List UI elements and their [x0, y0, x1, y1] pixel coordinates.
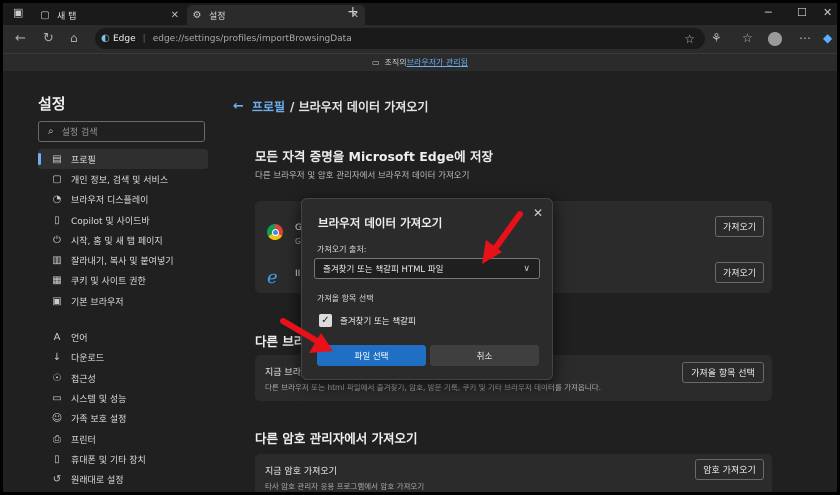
search-placeholder: 설정 검색	[61, 128, 98, 138]
sidebar-item-privacy[interactable]: ▢ 개인 정보, 검색 및 서비스	[38, 169, 208, 189]
annotation-arrow-icon	[482, 211, 523, 264]
sidebar-item-reset[interactable]: ↺ 원래대로 설정	[38, 469, 208, 489]
sidebar-item-cookies[interactable]: ▦ 쿠키 및 사이트 권한	[38, 271, 208, 291]
breadcrumb-current: / 브라우저 데이터 가져오기	[290, 100, 429, 114]
favorites-icon[interactable]: ☆	[742, 31, 753, 45]
sidebar-item-phone[interactable]: ▯ 휴대폰 및 기타 장치	[38, 449, 208, 469]
chrome-logo-icon	[267, 224, 283, 240]
tab-settings[interactable]: ⚙ 설정 ✕	[187, 5, 365, 25]
choose-items-button[interactable]: 가져올 항목 선택	[682, 362, 764, 383]
edge-logo-icon: ◐	[101, 33, 110, 44]
back-arrow-icon[interactable]: ←	[233, 99, 244, 114]
import-source-value: 즐겨찾기 또는 책갈피 HTML 파일	[323, 264, 444, 275]
favorites-checkbox-label[interactable]: 즐겨찾기 또는 책갈피	[340, 315, 416, 327]
browser-icon: ▣	[52, 295, 62, 307]
avatar[interactable]	[768, 32, 782, 46]
settings-title: 설정	[38, 95, 66, 113]
palette-icon: ◔	[52, 194, 62, 206]
sidebar-item-family[interactable]: ☺ 가족 보호 설정	[38, 409, 208, 429]
download-icon: ↓	[52, 352, 62, 364]
chrome-sub: G	[295, 237, 301, 246]
password-row-label: 지금 암호 가져오기	[265, 467, 337, 477]
password-manager-card: 지금 암호 가져오기 타사 암호 관리자 응용 프로그램에서 암호 가져오기 암…	[255, 454, 772, 492]
new-tab-button[interactable]: +	[347, 4, 359, 20]
briefcase-icon: ▭	[371, 58, 380, 67]
ie-label: II	[295, 269, 301, 279]
managed-text: 조직의	[384, 58, 407, 67]
back-icon[interactable]: ←	[15, 31, 26, 46]
cookie-icon: ▦	[52, 275, 62, 287]
sidebar-item-start[interactable]: ⏻ 시작, 홈 및 새 탭 페이지	[38, 230, 208, 250]
profile-icon: ▤	[52, 153, 62, 165]
tab-label: 설정	[209, 11, 226, 22]
cancel-button[interactable]: 취소	[430, 345, 539, 366]
import-passwords-button[interactable]: 암호 가져오기	[695, 459, 764, 480]
sidebar-item-languages[interactable]: A 언어	[38, 327, 208, 347]
ie-logo-icon: e	[267, 267, 278, 288]
sidebar-item-copilot[interactable]: ▯ Copilot 및 사이드바	[38, 210, 208, 230]
power-icon: ⏻	[53, 234, 61, 246]
accessibility-icon: ☉	[52, 372, 62, 384]
dialog-title: 브라우저 데이터 가져오기	[318, 216, 443, 230]
settings-menu: ▤ 프로필 ▢ 개인 정보, 검색 및 서비스 ◔ 브라우저 디스플레이 ▯ Copil…	[38, 149, 208, 490]
system-icon: ▭	[52, 392, 62, 404]
settings-search-input[interactable]: ⌕ 설정 검색	[38, 121, 205, 142]
import-source-label: 가져오기 출처:	[317, 245, 367, 254]
import-ie-button[interactable]: 가져오기	[715, 262, 764, 283]
minimize-icon[interactable]: ─	[765, 6, 772, 19]
favorite-star-icon[interactable]: ☆	[684, 32, 695, 46]
tab-bar: ▣ ▢ 새 탭 ✕ ⚙ 설정 ✕ + ─ ☐ ✕	[3, 3, 837, 25]
sidebar-item-printers[interactable]: ⎙ 프린터	[38, 429, 208, 449]
tab-label: 새 탭	[57, 11, 77, 22]
import-chrome-button[interactable]: 가져오기	[715, 216, 764, 237]
home-icon[interactable]: ⌂	[70, 31, 78, 45]
breadcrumb: ← 프로필 / 브라우저 데이터 가져오기	[233, 98, 428, 115]
maximize-icon[interactable]: ☐	[797, 6, 807, 19]
printer-icon: ⎙	[53, 433, 61, 445]
sidebar-item-system[interactable]: ▭ 시스템 및 성능	[38, 388, 208, 408]
managed-bar: ▭ 조직의 브라우저가 관리됨	[3, 53, 837, 71]
dialog-close-icon[interactable]: ✕	[533, 206, 543, 220]
breadcrumb-profile-link[interactable]: 프로필	[252, 98, 285, 115]
sidebar-item-appearance[interactable]: ◔ 브라우저 디스플레이	[38, 190, 208, 210]
more-icon[interactable]: ⋯	[799, 31, 811, 45]
address-bar[interactable]: ◐ Edge | edge://settings/profiles/import…	[95, 28, 705, 49]
reset-icon: ↺	[52, 474, 62, 486]
section-subtitle: 다른 브라우저 및 암호 관리자에서 브라우저 데이터 가져오기	[255, 171, 470, 181]
site-label: Edge	[113, 33, 136, 44]
search-icon: ⌕	[48, 126, 54, 137]
managed-link[interactable]: 브라우저가 관리됨	[407, 57, 468, 68]
section-title-credentials: 모든 자격 증명을 Microsoft Edge에 저장	[255, 149, 493, 164]
items-section-label: 가져올 항목 선택	[317, 294, 374, 303]
section-title-password-managers: 다른 암호 관리자에서 가져오기	[255, 431, 418, 446]
language-icon: A	[53, 332, 61, 344]
password-row-desc: 타사 암호 관리자 응용 프로그램에서 암호 가져오기	[265, 482, 425, 491]
refresh-icon[interactable]: ↻	[43, 31, 54, 46]
sidebar-item-profile[interactable]: ▤ 프로필	[38, 149, 208, 170]
close-tab-icon[interactable]: ✕	[171, 10, 179, 21]
sidebar-item-default-browser[interactable]: ▣ 기본 브라우저	[38, 291, 208, 311]
sidebar-item-downloads[interactable]: ↓ 다운로드	[38, 348, 208, 368]
family-icon: ☺	[51, 413, 63, 425]
url-text[interactable]: edge://settings/profiles/importBrowsingD…	[153, 34, 352, 44]
lock-icon: ▢	[52, 173, 62, 185]
tab-actions-icon[interactable]: ▣	[13, 6, 23, 19]
other-browser-row-label: 지금 브라	[265, 368, 301, 378]
copilot-icon[interactable]: ◆	[823, 31, 832, 45]
clipboard-icon: ▥	[52, 255, 62, 267]
address-toolbar: ← ↻ ⌂ ◐ Edge | edge://settings/profiles/…	[3, 25, 837, 53]
sidebar-item-accessibility[interactable]: ☉ 접근성	[38, 368, 208, 388]
close-window-icon[interactable]: ✕	[823, 6, 832, 19]
sidebar-item-clipboard[interactable]: ▥ 잘라내기, 복사 및 붙여넣기	[38, 250, 208, 270]
sidebar-icon: ▯	[54, 214, 60, 226]
browser-window: ▣ ▢ 새 탭 ✕ ⚙ 설정 ✕ + ─ ☐ ✕ ← ↻ ⌂ ◐ Edge | …	[3, 3, 837, 492]
phone-icon: ▯	[54, 453, 60, 465]
gear-icon: ⚙	[192, 9, 202, 21]
extensions-icon[interactable]: ⚘	[711, 31, 722, 45]
annotation-arrow-icon	[280, 318, 333, 353]
other-browser-row-desc: 다른 브라우저 또는 html 파일에서 즐겨찾기, 암호, 방문 기록, 쿠키…	[265, 383, 601, 392]
tab-new-tab[interactable]: ▢ 새 탭 ✕	[35, 5, 185, 25]
new-tab-icon: ▢	[40, 9, 50, 21]
